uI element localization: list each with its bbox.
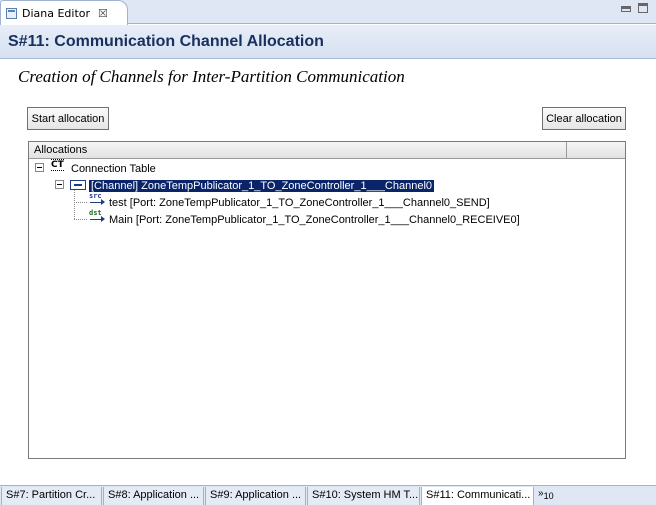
page-tab-s8[interactable]: S#8: Application ... [103, 487, 204, 505]
tree-row-label: test [Port: ZoneTempPublicator_1_TO_Zone… [109, 196, 490, 209]
page-tab-s9[interactable]: S#9: Application ... [205, 487, 306, 505]
page-tab-s7[interactable]: S#7: Partition Cr... [1, 487, 102, 505]
port-arrow [90, 216, 105, 222]
port-dst-icon: dst [89, 209, 105, 225]
tree-row-label: [Channel] ZoneTempPublicator_1_TO_ZoneCo… [87, 178, 436, 193]
close-icon[interactable]: ☒ [98, 8, 108, 19]
port-src-icon: src [89, 192, 105, 208]
tab-overflow-button[interactable]: »10 [538, 488, 554, 501]
start-allocation-button[interactable]: Start allocation [27, 107, 109, 130]
tree-row-channel[interactable]: [Channel] ZoneTempPublicator_1_TO_ZoneCo… [87, 178, 436, 193]
column-header-allocations[interactable]: Allocations [29, 142, 567, 158]
collapse-icon[interactable] [55, 180, 64, 189]
tree-connector [74, 219, 87, 220]
tree-row-label: Main [Port: ZoneTempPublicator_1_TO_Zone… [109, 213, 520, 226]
page-tabs: S#7: Partition Cr... S#8: Application ..… [0, 485, 656, 505]
minimize-icon[interactable] [621, 6, 631, 12]
page-tab-s10[interactable]: S#10: System HM T... [307, 487, 420, 505]
tree-header: Allocations [29, 142, 625, 159]
column-header-empty[interactable] [567, 142, 625, 158]
port-dst-icon-text: dst [89, 209, 102, 217]
tree-row-connection-table[interactable]: Connection Table [71, 161, 156, 176]
connection-table-icon: CT [51, 159, 65, 174]
page-header: S#11: Communication Channel Allocation [0, 25, 656, 59]
page-subtitle: Creation of Channels for Inter-Partition… [18, 67, 405, 86]
tree-connector [74, 190, 75, 219]
editor-app-icon [6, 7, 17, 19]
port-arrow [90, 199, 105, 205]
collapse-icon[interactable] [35, 163, 44, 172]
chevron-double-right-icon: » [538, 488, 544, 499]
overflow-count: 10 [543, 491, 554, 501]
tree-connector [74, 202, 87, 203]
page-title: S#11: Communication Channel Allocation [8, 33, 324, 50]
allocations-tree[interactable]: Allocations CT Connection Table [Channel… [28, 141, 626, 459]
tree-row-label: Connection Table [71, 162, 156, 175]
editor-tabstrip: Diana Editor ☒ [0, 0, 656, 25]
port-src-icon-text: src [89, 192, 102, 200]
editor-tab-label: Diana Editor [22, 6, 91, 20]
page-tab-s11[interactable]: S#11: Communicati... [421, 487, 534, 505]
tree-row-port-receive[interactable]: Main [Port: ZoneTempPublicator_1_TO_Zone… [109, 212, 520, 227]
clear-allocation-button[interactable]: Clear allocation [542, 107, 626, 130]
tree-row-port-send[interactable]: test [Port: ZoneTempPublicator_1_TO_Zone… [109, 195, 490, 210]
connection-table-icon-text: CT [51, 159, 64, 171]
maximize-icon[interactable] [638, 3, 648, 13]
channel-icon [70, 180, 86, 190]
editor-tab-diana[interactable]: Diana Editor ☒ [0, 0, 128, 25]
